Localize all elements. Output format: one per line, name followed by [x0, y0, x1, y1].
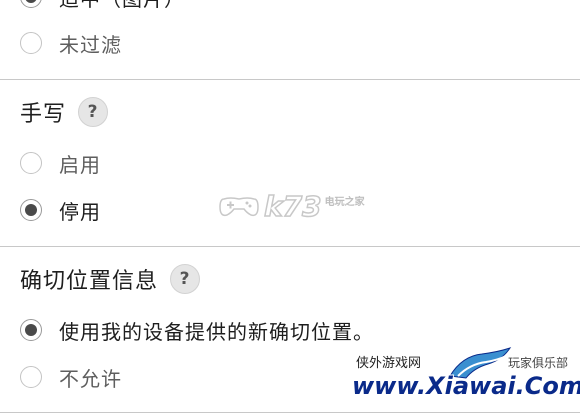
xiawai-watermark: 侠外游戏网 玩家俱乐部 www.Xiawai.Com [352, 346, 580, 400]
xiawai-watermark-domain: www.Xiawai.Com [352, 372, 580, 400]
option-label: 使用我的设备提供的新确切位置。 [59, 319, 374, 344]
radio-option-deny-precise-location[interactable]: 不允许 [20, 362, 122, 392]
radio-option-disable-handwriting[interactable]: 停用 [20, 195, 101, 225]
radio-unselected-icon [20, 366, 42, 388]
option-label: 不允许 [59, 366, 122, 391]
radio-unselected-icon [20, 152, 42, 174]
option-label: 停用 [59, 199, 101, 224]
k73-watermark-subtext: 电玩之家 [324, 196, 365, 208]
xiawai-watermark-left-text: 侠外游戏网 [356, 356, 422, 371]
option-label: 适中（图片） [59, 0, 185, 12]
handwriting-title: 手写 ? [20, 96, 109, 128]
section-title-text: 手写 [20, 102, 67, 127]
xiawai-watermark-right-text: 玩家俱乐部 [508, 356, 569, 370]
section-divider [0, 246, 580, 247]
radio-selected-icon [20, 199, 42, 221]
section-divider [0, 412, 580, 413]
k73-watermark: k73 电玩之家 [218, 188, 365, 224]
k73-watermark-text: k73 [263, 189, 322, 224]
precise-location-title: 确切位置信息 ? [20, 263, 201, 295]
radio-option-moderate[interactable]: 适中（图片） [20, 0, 185, 12]
radio-option-allow-precise-location[interactable]: 使用我的设备提供的新确切位置。 [20, 315, 374, 345]
radio-selected-icon [20, 319, 42, 341]
section-divider [0, 79, 580, 80]
radio-selected-icon [20, 0, 42, 8]
radio-option-enable-handwriting[interactable]: 启用 [20, 148, 101, 178]
option-label: 未过滤 [59, 32, 122, 57]
option-label: 启用 [59, 152, 101, 177]
question-circle-icon[interactable]: ? [170, 264, 201, 294]
radio-option-unfiltered[interactable]: 未过滤 [20, 28, 122, 58]
section-title-text: 确切位置信息 [20, 269, 159, 294]
gamepad-icon [219, 197, 259, 217]
radio-unselected-icon [20, 32, 42, 54]
question-circle-icon[interactable]: ? [78, 97, 109, 127]
